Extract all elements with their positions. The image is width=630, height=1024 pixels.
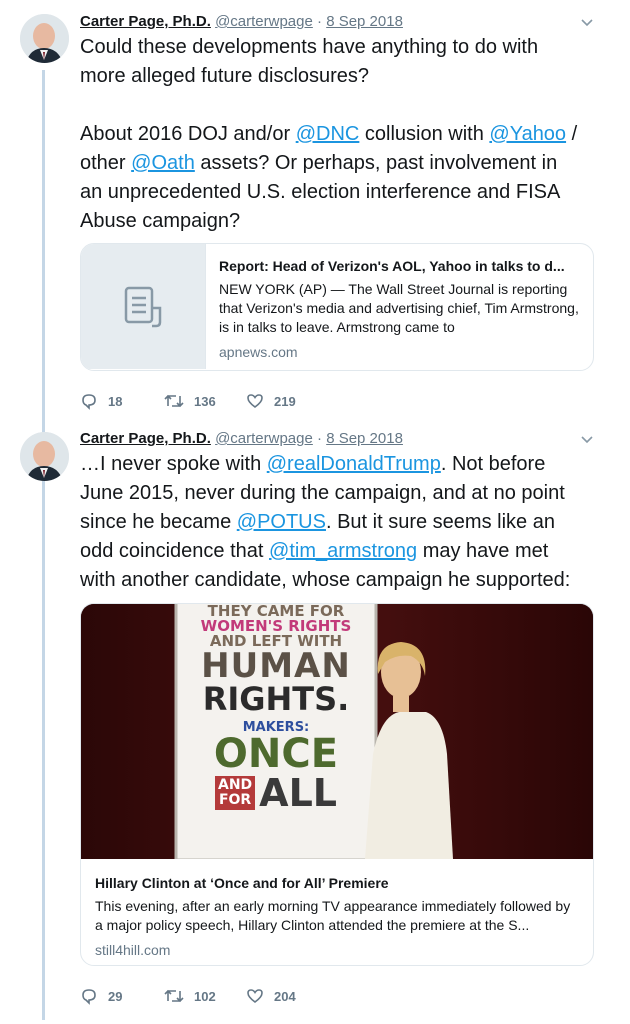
author-handle[interactable]: @carterwpage	[215, 13, 313, 30]
mention-link[interactable]: @POTUS	[237, 511, 326, 533]
card-domain: still4hill.com	[95, 942, 171, 958]
retweet-count: 136	[194, 393, 216, 409]
like-button[interactable]: 219	[246, 391, 296, 411]
author-handle[interactable]: @carterwpage	[215, 430, 313, 447]
heart-icon	[247, 989, 263, 1003]
retweet-button[interactable]: 136	[164, 391, 216, 411]
separator-dot: ·	[317, 13, 323, 30]
avatar[interactable]	[20, 432, 69, 481]
link-card[interactable]: Report: Head of Verizon's AOL, Yahoo in …	[80, 243, 594, 371]
heart-icon	[247, 394, 263, 408]
mention-link[interactable]: @DNC	[296, 123, 360, 145]
mention-link[interactable]: @realDonaldTrump	[267, 453, 441, 475]
chevron-down-icon[interactable]	[580, 16, 594, 30]
reply-count: 18	[108, 393, 123, 409]
card-description: NEW YORK (AP) — The Wall Street Journal …	[219, 281, 579, 335]
author-name[interactable]: Carter Page, Ph.D.	[80, 430, 211, 447]
document-icon	[124, 286, 162, 328]
mention-link[interactable]: @Oath	[131, 152, 195, 174]
card-title[interactable]: Report: Head of Verizon's AOL, Yahoo in …	[219, 256, 579, 276]
separator-dot: ·	[317, 430, 323, 447]
mention-link[interactable]: @tim_armstrong	[269, 540, 417, 562]
avatar[interactable]	[20, 14, 69, 63]
avatar-image	[20, 14, 69, 63]
poster-text: THEY CAME FOR WOMEN'S RIGHTS AND LEFT WI…	[200, 604, 352, 815]
tweet-text: …I never spoke with @realDonaldTrump. No…	[80, 453, 571, 591]
reply-icon	[82, 989, 96, 1005]
like-count: 219	[274, 393, 296, 409]
retweet-count: 102	[194, 988, 216, 1004]
reply-button[interactable]: 18	[80, 391, 122, 411]
tweet-date[interactable]: 8 Sep 2018	[326, 430, 403, 447]
like-count: 204	[274, 988, 296, 1004]
tweet-text: Could these developments have anything t…	[80, 36, 578, 232]
photo-link-card[interactable]: THEY CAME FOR WOMEN'S RIGHTS AND LEFT WI…	[80, 603, 594, 966]
author-name[interactable]: Carter Page, Ph.D.	[80, 13, 211, 30]
avatar-image	[20, 432, 69, 481]
reply-count: 29	[108, 988, 123, 1004]
reply-icon	[82, 394, 96, 410]
mention-link[interactable]: @Yahoo	[489, 123, 566, 145]
tweet-header: Carter Page, Ph.D. @carterwpage · 8 Sep …	[80, 429, 403, 449]
card-thumbnail	[81, 244, 206, 369]
card-description: This evening, after an early morning TV …	[95, 898, 571, 933]
retweet-icon	[164, 394, 184, 408]
tweet-header: Carter Page, Ph.D. @carterwpage · 8 Sep …	[80, 12, 403, 32]
chevron-down-icon[interactable]	[580, 433, 594, 447]
card-photo: THEY CAME FOR WOMEN'S RIGHTS AND LEFT WI…	[81, 604, 593, 859]
thread-connector-line	[42, 70, 45, 1020]
card-domain: apnews.com	[219, 344, 298, 360]
like-button[interactable]: 204	[246, 986, 296, 1006]
reply-button[interactable]: 29	[80, 986, 122, 1006]
card-title[interactable]: Hillary Clinton at ‘Once and for All’ Pr…	[95, 873, 579, 893]
retweet-button[interactable]: 102	[164, 986, 216, 1006]
retweet-icon	[164, 989, 184, 1003]
tweet-date[interactable]: 8 Sep 2018	[326, 13, 403, 30]
